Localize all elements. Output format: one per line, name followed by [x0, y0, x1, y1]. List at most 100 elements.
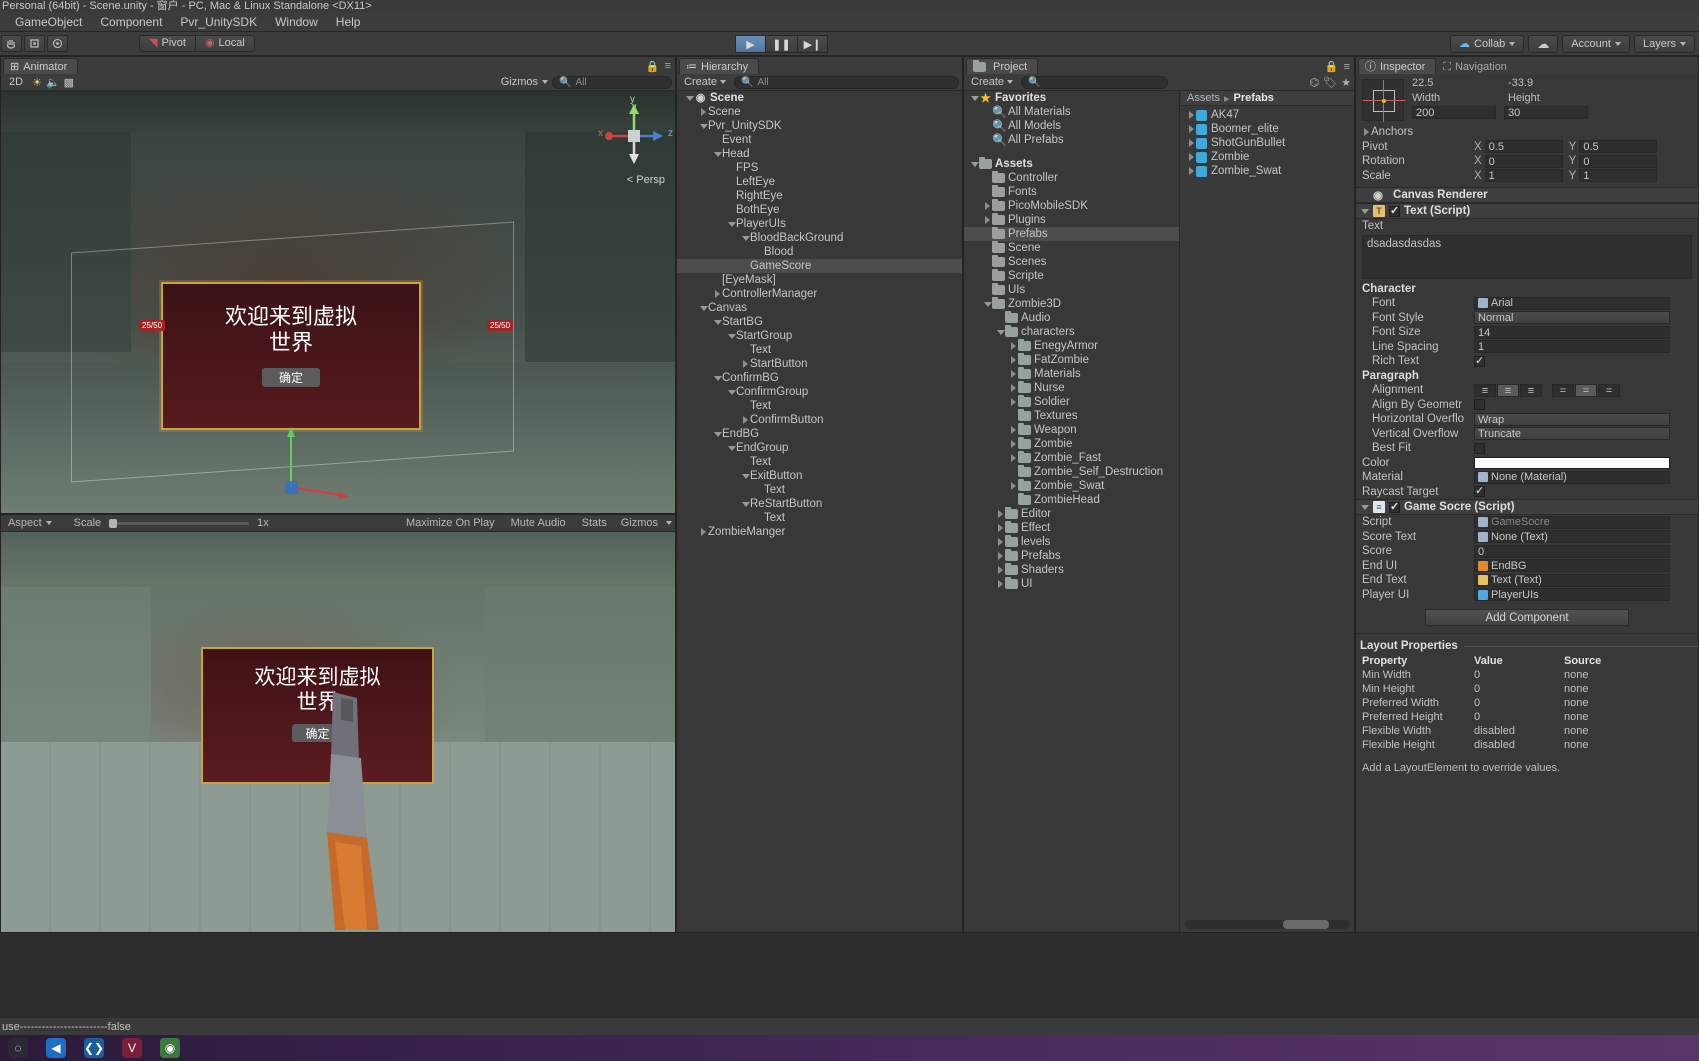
chevron-right-icon[interactable]: [983, 213, 992, 227]
hierarchy-item[interactable]: Text: [677, 343, 962, 357]
project-tree-item[interactable]: FatZombie: [964, 353, 1179, 367]
breadcrumb-assets[interactable]: Assets: [1187, 92, 1220, 104]
chevron-down-icon[interactable]: [727, 329, 736, 343]
chevron-down-icon[interactable]: [727, 441, 736, 455]
project-tree-item[interactable]: Prefabs: [964, 549, 1179, 563]
canvas-renderer-header[interactable]: ◉ Canvas Renderer: [1356, 187, 1698, 203]
hierarchy-item[interactable]: ControllerManager: [677, 287, 962, 301]
project-tree-item[interactable]: 🔍 All Models: [964, 119, 1179, 133]
toggle-2d-button[interactable]: 2D: [4, 76, 28, 88]
chevron-right-icon[interactable]: [713, 287, 722, 301]
chevron-right-icon[interactable]: [1009, 353, 1018, 367]
project-tree-item[interactable]: Prefabs: [964, 227, 1179, 241]
chevron-right-icon[interactable]: [996, 521, 1005, 535]
rect-height-input[interactable]: 30: [1504, 106, 1588, 119]
project-tree-item[interactable]: Plugins: [964, 213, 1179, 227]
project-tree-item[interactable]: Zombie_Swat: [964, 479, 1179, 493]
project-tree-item[interactable]: Controller: [964, 171, 1179, 185]
object-field[interactable]: Arial: [1474, 296, 1670, 310]
hierarchy-item[interactable]: RightEye: [677, 189, 962, 203]
hierarchy-item[interactable]: [EyeMask]: [677, 273, 962, 287]
pivot-toggle-button[interactable]: ◥ Pivot: [139, 35, 196, 52]
project-create-button[interactable]: Create: [967, 76, 1017, 88]
hierarchy-create-button[interactable]: Create: [680, 76, 730, 88]
anchor-preset-widget[interactable]: [1362, 79, 1405, 122]
project-tree-item[interactable]: Zombie3D: [964, 297, 1179, 311]
text-script-enabled-checkbox[interactable]: [1389, 204, 1400, 217]
chevron-right-icon[interactable]: [1187, 150, 1196, 164]
move-tool-button[interactable]: [24, 35, 45, 52]
tab-animator[interactable]: ⊞ Animator: [3, 58, 79, 74]
text-value-textarea[interactable]: dsadasdasdas: [1362, 234, 1692, 279]
hierarchy-item[interactable]: LeftEye: [677, 175, 962, 189]
filter-type-icon[interactable]: ⌬: [1310, 76, 1320, 89]
scene-lighting-icon[interactable]: ☀: [32, 76, 42, 89]
status-bar[interactable]: use------------------------false: [0, 1017, 1699, 1035]
project-tree-item[interactable]: Soldier: [964, 395, 1179, 409]
play-button[interactable]: ▶: [735, 35, 766, 53]
number-field[interactable]: 1: [1474, 340, 1670, 354]
game-viewport[interactable]: 欢迎来到虚拟 世界 确定: [1, 532, 675, 932]
transform-x-input[interactable]: 0: [1484, 154, 1563, 168]
hierarchy-item[interactable]: ReStartButton: [677, 497, 962, 511]
chevron-right-icon[interactable]: [996, 563, 1005, 577]
hierarchy-item[interactable]: BothEye: [677, 203, 962, 217]
align-right-button[interactable]: ≡: [1520, 383, 1542, 397]
chevron-right-icon[interactable]: [996, 577, 1005, 591]
tab-hierarchy[interactable]: ≔ Hierarchy: [679, 58, 760, 74]
field-checkbox[interactable]: [1474, 484, 1485, 498]
game-score-enabled-checkbox[interactable]: [1389, 500, 1400, 513]
menu-item-help[interactable]: Help: [327, 12, 370, 32]
chevron-right-icon[interactable]: [1009, 451, 1018, 465]
hierarchy-item[interactable]: PlayerUIs: [677, 217, 962, 231]
project-tree-item[interactable]: Shaders: [964, 563, 1179, 577]
project-tree-item[interactable]: PicoMobileSDK: [964, 199, 1179, 213]
game-score-script-header[interactable]: ≡ Game Socre (Script): [1356, 499, 1698, 515]
object-field[interactable]: None (Text): [1474, 530, 1670, 544]
menu-item-window[interactable]: Window: [266, 12, 327, 32]
hierarchy-item[interactable]: EndGroup: [677, 441, 962, 455]
project-tree-item[interactable]: Fonts: [964, 185, 1179, 199]
taskbar-vscode-icon[interactable]: ❮❯: [84, 1038, 104, 1058]
panel-lock-icon[interactable]: 🔒: [646, 60, 660, 73]
align-top-button[interactable]: =: [1552, 383, 1574, 397]
chevron-right-icon[interactable]: [1009, 339, 1018, 353]
chevron-right-icon[interactable]: [983, 199, 992, 213]
project-tree-item[interactable]: Nurse: [964, 381, 1179, 395]
hierarchy-item[interactable]: Blood: [677, 245, 962, 259]
hierarchy-item[interactable]: Head: [677, 147, 962, 161]
scene-gizmos-button[interactable]: Gizmos: [501, 76, 538, 88]
scene-persp-label[interactable]: < Persp: [627, 174, 665, 186]
rect-posz-value[interactable]: -33.9: [1508, 77, 1533, 89]
rect-posy-value[interactable]: 22.5: [1412, 77, 1500, 89]
scene-fx-icon[interactable]: ▩: [64, 76, 74, 89]
scene-axis-gizmo[interactable]: y x y z: [598, 94, 673, 168]
chevron-down-icon[interactable]: [713, 147, 722, 161]
hierarchy-item[interactable]: Canvas: [677, 301, 962, 315]
anchors-foldout[interactable]: Anchors: [1356, 125, 1698, 140]
hierarchy-item[interactable]: StartGroup: [677, 329, 962, 343]
taskbar-unity-icon[interactable]: ◉: [160, 1038, 180, 1058]
hierarchy-item[interactable]: FPS: [677, 161, 962, 175]
align-middle-button[interactable]: =: [1575, 383, 1597, 397]
field-checkbox[interactable]: [1474, 442, 1485, 454]
object-field[interactable]: GameSocre: [1474, 515, 1670, 529]
panel-menu-icon[interactable]: ≡: [665, 60, 671, 73]
scene-transform-gizmo[interactable]: [271, 417, 361, 507]
project-tree-item[interactable]: EnegyArmor: [964, 339, 1179, 353]
project-menu-icon[interactable]: ≡: [1344, 61, 1350, 73]
chevron-down-icon[interactable]: [996, 325, 1005, 339]
hierarchy-item[interactable]: Text: [677, 399, 962, 413]
chevron-right-icon[interactable]: [996, 549, 1005, 563]
tab-project[interactable]: Project: [966, 58, 1039, 74]
step-button[interactable]: ▶❙: [797, 35, 828, 53]
rect-width-input[interactable]: 200: [1412, 106, 1496, 119]
project-lock-icon[interactable]: 🔒: [1325, 60, 1339, 73]
pause-button[interactable]: ❚❚: [766, 35, 797, 53]
project-tree-item[interactable]: ★ Favorites: [964, 91, 1179, 105]
hierarchy-item[interactable]: ZombieManger: [677, 525, 962, 539]
project-content-item[interactable]: Boomer_elite: [1181, 122, 1354, 136]
chevron-down-icon[interactable]: [699, 119, 708, 133]
project-tree-item[interactable]: Zombie_Fast: [964, 451, 1179, 465]
chevron-down-icon[interactable]: [713, 315, 722, 329]
